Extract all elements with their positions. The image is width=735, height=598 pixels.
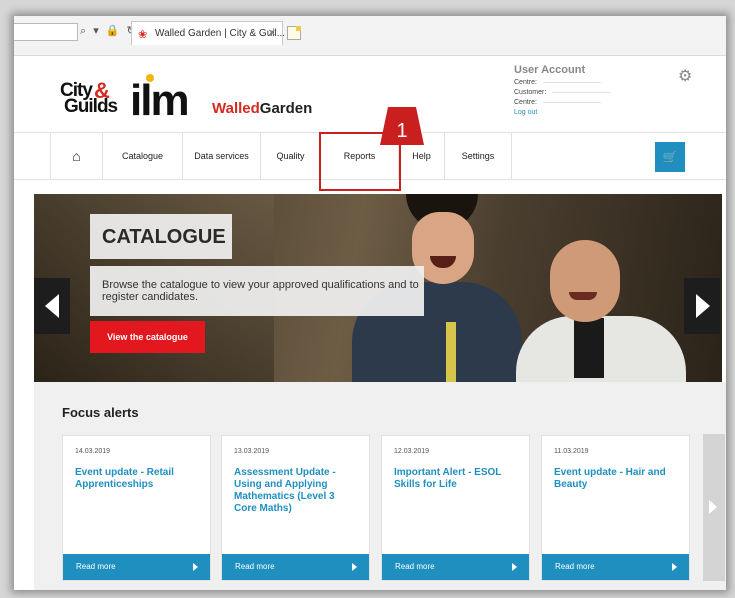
- cart-button[interactable]: 🛒: [655, 142, 685, 172]
- alert-headline[interactable]: Event update - Hair and Beauty: [554, 467, 678, 491]
- arrow-right-icon: [709, 500, 717, 514]
- new-tab-icon[interactable]: [287, 26, 301, 40]
- alert-date: 11.03.2019: [554, 448, 589, 455]
- alert-headline[interactable]: Assessment Update - Using and Applying M…: [234, 467, 358, 515]
- walled-garden-logo[interactable]: WalledGarden: [212, 100, 312, 117]
- alert-headline[interactable]: Event update - Retail Apprenticeships: [75, 467, 199, 491]
- alert-date: 14.03.2019: [75, 448, 111, 455]
- read-more-button[interactable]: Read more: [222, 554, 369, 580]
- ilm-logo-dot: [146, 74, 154, 82]
- chevron-right-icon: [352, 563, 357, 571]
- nav-catalogue[interactable]: Catalogue: [102, 133, 182, 180]
- read-more-button[interactable]: Read more: [63, 554, 210, 580]
- chevron-right-icon: [512, 563, 517, 571]
- address-bar[interactable]: [14, 23, 78, 41]
- cart-icon: 🛒: [662, 150, 678, 164]
- alert-date: 12.03.2019: [394, 448, 430, 455]
- browser-toolbar: ⌕ ▾ 🔒 ↻ ❀ Walled Garden | City & Guil...…: [14, 16, 726, 56]
- settings-gear-icon[interactable]: ⚙: [678, 66, 692, 86]
- tab-title: Walled Garden | City & Guil...: [155, 28, 286, 39]
- alert-card[interactable]: 12.03.2019 Important Alert - ESOL Skills…: [381, 435, 530, 581]
- logout-link[interactable]: Log out: [514, 109, 624, 116]
- nav-settings[interactable]: Settings: [444, 133, 512, 180]
- city-guilds-favicon-icon: ❀: [138, 29, 148, 41]
- arrow-right-icon: [696, 294, 710, 318]
- carousel-prev-button[interactable]: [34, 278, 70, 334]
- ilm-logo[interactable]: ilm: [130, 76, 190, 126]
- step-badge: 1: [380, 107, 424, 145]
- browser-tab[interactable]: ❀ Walled Garden | City & Guil... ✕: [131, 21, 286, 45]
- chevron-right-icon: [672, 563, 677, 571]
- step-badge-number: 1: [396, 120, 407, 142]
- user-account-panel: User Account Centre: Customer: Centre: L…: [514, 64, 624, 116]
- chevron-right-icon: [193, 563, 198, 571]
- step-badge-shape: 1: [380, 107, 424, 145]
- site-header: City & Guilds ilm WalledGarden User Acco…: [14, 56, 726, 132]
- browser-window: ⌕ ▾ 🔒 ↻ ❀ Walled Garden | City & Guil...…: [14, 16, 726, 590]
- view-catalogue-button[interactable]: View the catalogue: [90, 321, 205, 353]
- arrow-left-icon: [45, 294, 59, 318]
- nav-data-services[interactable]: Data services: [182, 133, 260, 180]
- hero-description: Browse the catalogue to view your approv…: [90, 266, 424, 316]
- nav-quality[interactable]: Quality: [260, 133, 320, 180]
- alert-card[interactable]: 14.03.2019 Event update - Retail Apprent…: [62, 435, 211, 581]
- focus-alerts-title: Focus alerts: [62, 405, 139, 420]
- alert-date: 13.03.2019: [234, 448, 270, 455]
- nav-home[interactable]: ⌂: [50, 133, 102, 180]
- read-more-button[interactable]: Read more: [542, 554, 689, 580]
- customer-label: Customer:: [514, 89, 624, 99]
- alerts-next-button[interactable]: [703, 434, 725, 581]
- alert-headline[interactable]: Important Alert - ESOL Skills for Life: [394, 467, 518, 491]
- carousel-next-button[interactable]: [684, 278, 720, 334]
- alert-card[interactable]: 11.03.2019 Event update - Hair and Beaut…: [541, 435, 690, 581]
- user-account-title: User Account: [514, 64, 586, 76]
- centre-label-2: Centre:: [514, 99, 624, 109]
- centre-label: Centre:: [514, 79, 624, 89]
- browser-controls[interactable]: ⌕ ▾ 🔒 ↻: [80, 24, 138, 38]
- read-more-button[interactable]: Read more: [382, 554, 529, 580]
- alert-card[interactable]: 13.03.2019 Assessment Update - Using and…: [221, 435, 370, 581]
- close-tab-icon[interactable]: ✕: [268, 28, 276, 39]
- home-icon: ⌂: [72, 148, 81, 164]
- city-guilds-logo[interactable]: City & Guilds: [60, 78, 120, 120]
- hero-title: CATALOGUE: [90, 214, 232, 259]
